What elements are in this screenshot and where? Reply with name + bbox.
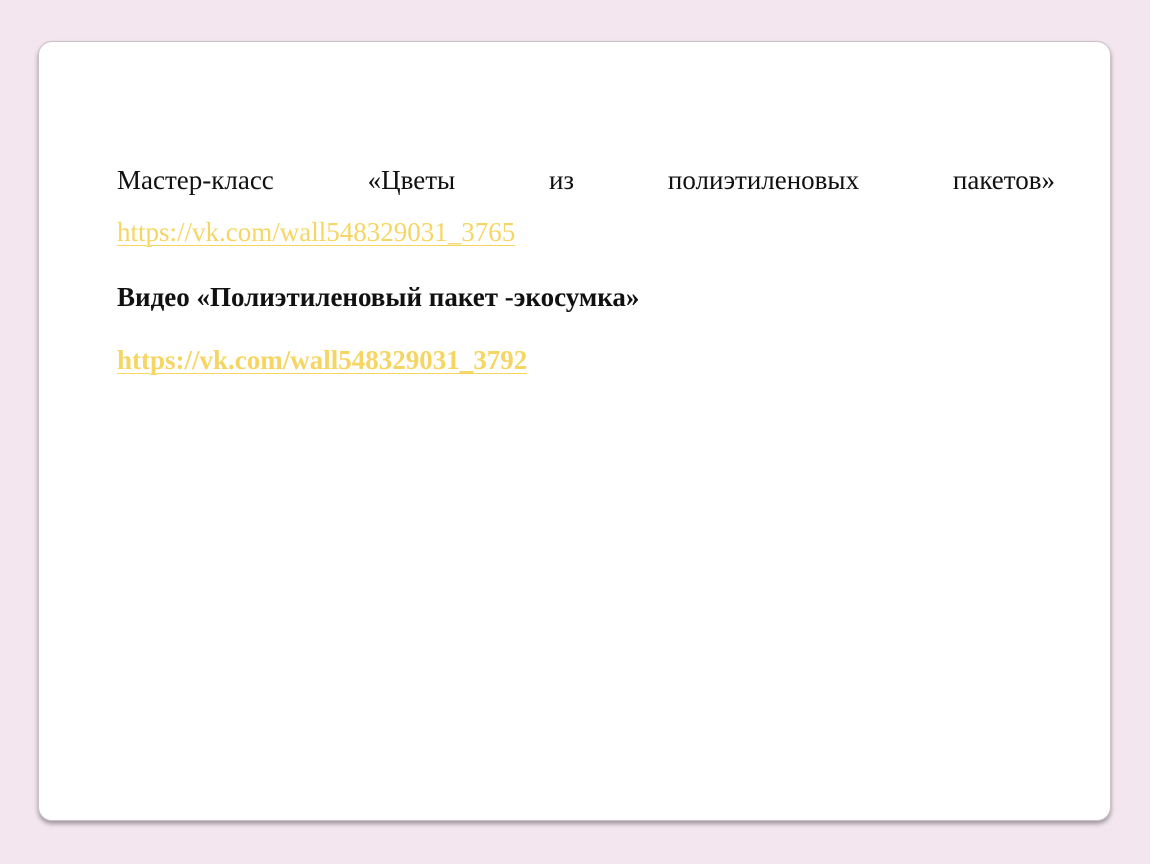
masterclass-word: пакетов»: [952, 165, 1055, 195]
video-heading: Видео «Полиэтиленовый пакет -экосумка»: [117, 282, 640, 312]
masterclass-word: Мастер-класс: [117, 165, 274, 195]
video-link[interactable]: https://vk.com/wall548329031_3792: [117, 342, 527, 378]
masterclass-link[interactable]: https://vk.com/wall548329031_3765: [117, 214, 515, 250]
masterclass-word: полиэтиленовых: [667, 165, 860, 195]
slide-card: Мастер-класс «Цветы из полиэтиленовых па…: [38, 41, 1111, 821]
slide-content: Мастер-класс «Цветы из полиэтиленовых па…: [117, 162, 1055, 378]
masterclass-word: из: [548, 165, 575, 195]
masterclass-word: «Цветы: [367, 165, 456, 195]
masterclass-line: Мастер-класс «Цветы из полиэтиленовых па…: [117, 162, 1055, 198]
